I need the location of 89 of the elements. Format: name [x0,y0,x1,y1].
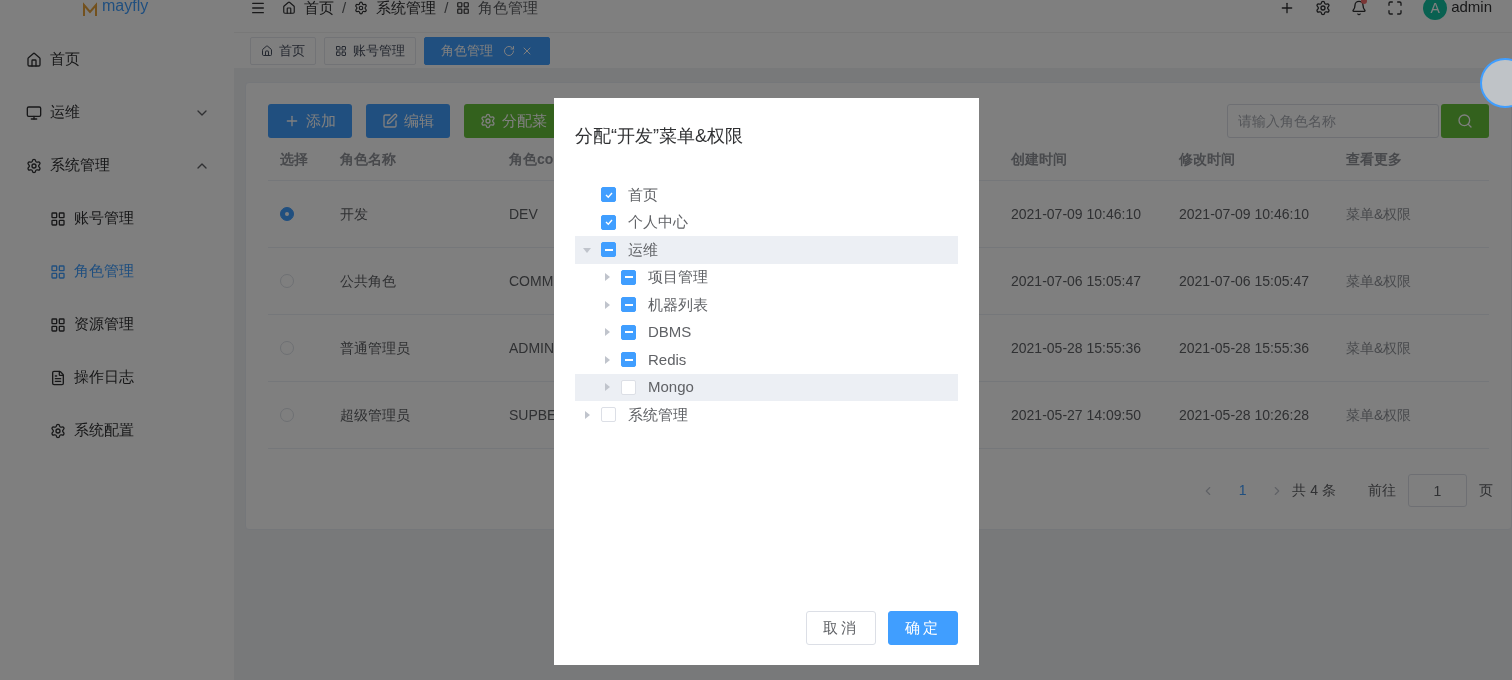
menu-icon[interactable] [250,0,266,16]
table-cell: 开发 [340,205,368,222]
table-cell-text: 2021-07-06 15:05:47 [1179,271,1310,291]
sidebar-item[interactable]: 运维 [0,86,234,139]
logo-text: mayfly [102,0,149,14]
breadcrumb-item: 角色管理 [478,0,539,15]
grid-icon [456,0,471,15]
monitor-icon [26,104,42,121]
gear-icon [354,0,369,15]
table-cell: 公共角色 [340,272,396,289]
page-input[interactable]: 1 [1408,474,1467,507]
plus-icon [284,113,300,129]
home-icon [282,0,296,15]
table-cell: 普通管理员 [340,339,410,356]
caret-right-icon[interactable] [582,409,592,420]
gear-icon [50,422,66,439]
dialog-title: 分配“开发”菜单&权限 [575,125,744,148]
gear-icon [480,113,496,129]
table-cell: DEV [509,205,538,222]
table-cell-text: 2021-05-28 10:26:28 [1179,405,1310,425]
check-icon [603,217,614,228]
page-suffix: 页 [1479,481,1493,500]
tree-label: Mongo [648,377,694,397]
tree-label: 个人中心 [628,212,688,232]
checkbox[interactable] [621,269,636,285]
home-icon [261,44,273,57]
table-cell-text: 2021-05-27 14:09:50 [1011,405,1142,425]
sidebar-item[interactable]: 账号管理 [0,192,234,245]
table-cell-text: 2021-07-09 10:46:10 [1011,204,1142,224]
tree-label: Redis [648,349,687,370]
tab[interactable]: 账号管理 [324,36,416,65]
checkbox[interactable] [601,187,616,203]
tree-label: 首页 [628,184,658,205]
search-button[interactable] [1441,104,1489,138]
tree-label: 运维 [628,239,658,260]
user-name[interactable]: admin [1451,0,1492,19]
sidebar-item[interactable]: 系统管理 [0,139,234,192]
caret-right-icon[interactable] [602,272,612,283]
total-count: 共 4 条 [1292,481,1336,500]
table-cell: SUPBE [509,406,557,423]
edit-icon [382,113,398,129]
caret-right-icon[interactable] [602,299,612,310]
caret-right-icon[interactable] [602,327,612,338]
tree-node[interactable]: 运维 [575,236,958,264]
caret-right-icon[interactable] [602,354,612,365]
tab[interactable]: 首页 [250,36,316,65]
table-cell-text: 2021-05-28 15:55:36 [1011,338,1142,358]
grid-icon [335,44,347,57]
grid-icon [50,316,66,333]
table-cell-text: 2021-07-06 15:05:47 [1011,271,1142,291]
tree-label: DBMS [648,322,692,342]
table-cell: 超级管理员 [340,406,410,423]
grid-icon [50,210,66,227]
checkbox[interactable] [621,352,636,368]
dialog-button[interactable]: 取消 [806,611,876,645]
table-cell-text: 2021-05-28 15:55:36 [1179,338,1310,358]
sidebar-item[interactable]: 首页 [0,33,234,86]
refresh-icon[interactable] [503,44,515,57]
tree-node[interactable]: Mongo [575,373,958,401]
checkbox[interactable] [621,297,636,313]
dialog-button[interactable]: 确定 [888,611,958,645]
tree-label: 机器列表 [648,294,708,315]
table-cell-text: 2021-07-09 10:46:10 [1179,204,1310,224]
tree-label: 系统管理 [628,404,688,425]
table-cell: ADMIN [509,339,555,356]
radio-button[interactable] [280,207,294,221]
breadcrumb-separator: / [444,0,449,15]
gear-icon [26,157,42,174]
sidebar-item[interactable]: 系统配置 [0,404,234,457]
tree-label: 项目管理 [648,267,708,287]
fullscreen-icon[interactable] [1387,0,1404,16]
checkbox[interactable] [601,242,616,258]
home-icon [26,51,42,68]
breadcrumb-item[interactable]: 系统管理 [376,0,437,15]
table-cell: COMM [509,272,554,289]
sidebar-item[interactable]: 操作日志 [0,351,234,404]
breadcrumb-separator: / [342,0,347,15]
settings-icon[interactable] [1315,0,1332,16]
sidebar-item[interactable]: 资源管理 [0,298,234,351]
checkbox[interactable] [621,324,636,340]
breadcrumb-item[interactable]: 首页 [304,0,334,15]
checkbox[interactable] [601,214,616,230]
goto-label: 前往 [1368,481,1396,500]
document-icon [50,369,66,386]
grid-icon [50,263,66,280]
logo-icon [82,2,98,18]
search-icon [1457,113,1473,129]
caret-right-icon[interactable] [602,382,612,393]
bell-icon[interactable] [1351,0,1368,16]
